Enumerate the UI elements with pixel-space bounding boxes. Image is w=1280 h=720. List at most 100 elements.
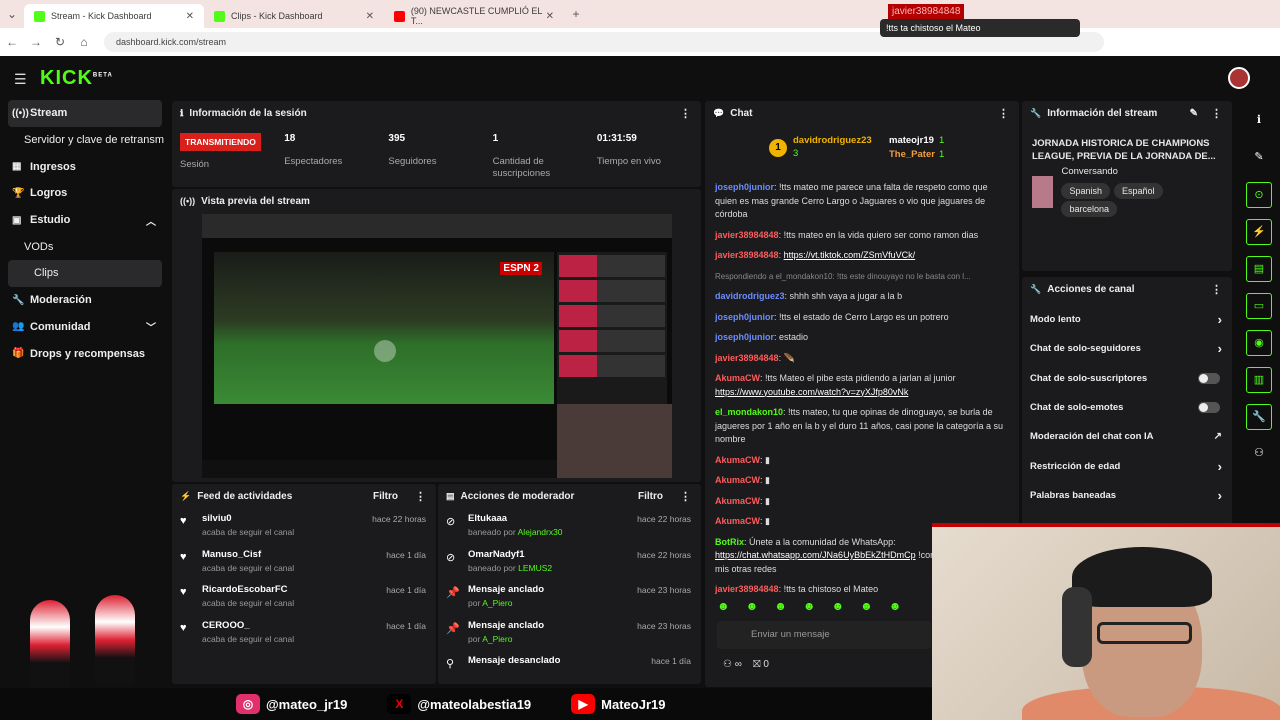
- forward-icon[interactable]: →: [24, 35, 48, 49]
- sidebar-item-drops[interactable]: 🎁 Drops y recompensas: [0, 340, 170, 367]
- action-age-restriction[interactable]: Restricción de edad ›: [1022, 451, 1232, 480]
- emote-bar[interactable]: ☻☻☻☻☻☻☻: [717, 599, 917, 613]
- kick-logo[interactable]: KICKBETA: [40, 67, 113, 90]
- close-icon[interactable]: ✕: [366, 11, 374, 22]
- stream-category[interactable]: Conversando: [1061, 166, 1222, 177]
- chat-username[interactable]: javier38984848: [715, 584, 779, 594]
- sidebar-item-label: Stream: [30, 107, 68, 120]
- pause-icon[interactable]: [374, 340, 396, 362]
- tab-list-icon[interactable]: ⌄: [0, 7, 24, 21]
- focus-icon[interactable]: ⊙: [1246, 182, 1272, 208]
- more-icon[interactable]: ⋮: [998, 107, 1009, 120]
- chat-input[interactable]: Enviar un mensaje: [717, 621, 931, 649]
- chevron-up-icon[interactable]: ︿: [146, 213, 156, 228]
- home-icon[interactable]: ⌂: [72, 35, 96, 49]
- tag-pill[interactable]: barcelona: [1061, 201, 1117, 217]
- action-banned-words[interactable]: Palabras baneadas ›: [1022, 481, 1232, 510]
- chat-username[interactable]: el_mondakon10: [715, 407, 783, 417]
- back-icon[interactable]: ←: [0, 35, 24, 49]
- more-icon[interactable]: ⋮: [1211, 107, 1222, 120]
- chat-message: joseph0junior: estadio: [715, 331, 1005, 345]
- chat-link[interactable]: https://www.youtube.com/watch?v=zyXJfp80…: [715, 387, 908, 397]
- chat-username[interactable]: javier38984848: [715, 230, 779, 240]
- chat-username[interactable]: AkumaCW: [715, 496, 760, 506]
- sidebar-item-logros[interactable]: 🏆 Logros: [0, 180, 170, 207]
- sidebar-item-ingresos[interactable]: ▦ Ingresos: [0, 153, 170, 180]
- filter-button[interactable]: Filtro: [638, 491, 663, 502]
- instagram-handle: ◎ @mateo_jr19: [236, 694, 347, 714]
- sidebar-item-label: Logros: [30, 187, 68, 200]
- more-icon[interactable]: ⋮: [1211, 283, 1222, 296]
- reply-preview[interactable]: Respondiendo a el_mondakon10: !tts este …: [715, 272, 971, 281]
- menu-icon[interactable]: ☰: [14, 71, 27, 88]
- tag-pill[interactable]: Español: [1113, 183, 1163, 199]
- community-icon[interactable]: ⚇: [1246, 441, 1272, 467]
- chat-text: : ▮: [760, 516, 770, 526]
- heart-icon: ♥: [180, 621, 187, 634]
- sidebar-item-stream[interactable]: ((•)) Stream: [8, 100, 162, 127]
- sidebar-item-comunidad[interactable]: 👥 Comunidad ﹀: [0, 314, 170, 341]
- chat-username[interactable]: joseph0junior: [715, 332, 774, 342]
- action-ai-moderation[interactable]: Moderación del chat con IA ↗: [1022, 422, 1232, 451]
- chat-username[interactable]: javier38984848: [715, 250, 779, 260]
- edit-icon[interactable]: ✎: [1190, 108, 1198, 119]
- heart-icon: ♥: [180, 550, 187, 563]
- avatar[interactable]: [1228, 67, 1250, 89]
- close-icon[interactable]: ✕: [186, 11, 194, 22]
- chevron-down-icon[interactable]: ﹀: [146, 319, 156, 334]
- bolt-icon[interactable]: ⚡: [1246, 219, 1272, 245]
- edit-icon[interactable]: ✎: [1246, 145, 1272, 171]
- mod-by[interactable]: A_Piero: [482, 598, 512, 608]
- close-icon[interactable]: ✕: [546, 11, 554, 22]
- browser-tab-stream[interactable]: Stream - Kick Dashboard ✕: [24, 4, 204, 28]
- more-icon[interactable]: ⋮: [680, 490, 691, 503]
- browser-tab-clips[interactable]: Clips - Kick Dashboard ✕: [204, 4, 384, 28]
- chat-username[interactable]: joseph0junior: [715, 182, 774, 192]
- chat-link[interactable]: https://vt.tiktok.com/ZSmVfuVCk/: [784, 250, 916, 260]
- chat-username[interactable]: AkumaCW: [715, 516, 760, 526]
- browser-tab-youtube[interactable]: (90) NEWCASTLE CUMPLIÓ EL T... ✕: [384, 4, 564, 28]
- chevron-right-icon: ›: [1217, 312, 1222, 328]
- chat-icon[interactable]: ▭: [1246, 293, 1272, 319]
- mod-by[interactable]: Alejandrx30: [518, 527, 563, 537]
- sidebar-item-clips[interactable]: Clips: [8, 260, 162, 287]
- emotes-only-toggle[interactable]: [1198, 402, 1220, 414]
- subs-only-toggle[interactable]: [1198, 372, 1220, 384]
- more-icon[interactable]: ⋮: [415, 490, 426, 503]
- mod-by[interactable]: LEMUS2: [518, 563, 552, 573]
- sidebar-item-server[interactable]: Servidor y clave de retransm: [0, 127, 170, 154]
- category-thumbnail[interactable]: [1032, 175, 1054, 208]
- tag-pill[interactable]: Spanish: [1061, 183, 1110, 199]
- chat-link[interactable]: https://chat.whatsapp.com/JNa6UyBbEkZtHD…: [715, 550, 916, 560]
- action-subs-only[interactable]: Chat de solo-suscriptores: [1022, 364, 1232, 393]
- chat-username[interactable]: BotRix: [715, 537, 744, 547]
- action-slow-mode[interactable]: Modo lento ›: [1022, 305, 1232, 334]
- action-followers-only[interactable]: Chat de solo-seguidores ›: [1022, 334, 1232, 363]
- document-icon[interactable]: ▤: [1246, 256, 1272, 282]
- gifter-name[interactable]: mateojr19: [889, 135, 934, 146]
- new-tab-icon[interactable]: +: [564, 7, 588, 21]
- reload-icon[interactable]: ↻: [48, 35, 72, 49]
- gifter-name[interactable]: davidrodriguez23: [793, 135, 872, 146]
- sidebar-item-vods[interactable]: VODs: [0, 233, 170, 260]
- more-icon[interactable]: ⋮: [680, 107, 691, 120]
- broadcast-icon[interactable]: ◉: [1246, 330, 1272, 356]
- stream-preview[interactable]: ESPN 2: [202, 214, 672, 478]
- chat-username[interactable]: AkumaCW: [715, 455, 760, 465]
- chat-username[interactable]: joseph0junior: [715, 312, 774, 322]
- chat-username[interactable]: AkumaCW: [715, 373, 760, 383]
- chat-username[interactable]: javier38984848: [715, 353, 779, 363]
- mod-by[interactable]: A_Piero: [482, 634, 512, 644]
- info-icon[interactable]: ℹ: [1246, 108, 1272, 134]
- gift-icon[interactable]: ⛝: [753, 659, 761, 670]
- action-emotes-only[interactable]: Chat de solo-emotes: [1022, 393, 1232, 422]
- chat-username[interactable]: davidrodriguez3: [715, 291, 785, 301]
- sidebar-item-estudio[interactable]: ▣ Estudio ︿: [0, 207, 170, 234]
- filter-button[interactable]: Filtro: [373, 491, 398, 502]
- sidebar-item-moderacion[interactable]: 🔧 Moderación: [0, 287, 170, 314]
- gifter-name[interactable]: The_Pater: [889, 149, 935, 160]
- wrench-icon[interactable]: 🔧: [1246, 404, 1272, 430]
- layout-icon[interactable]: ▥: [1246, 367, 1272, 393]
- chat-username[interactable]: AkumaCW: [715, 475, 760, 485]
- infinity-icon[interactable]: ⚇ ∞: [723, 659, 742, 670]
